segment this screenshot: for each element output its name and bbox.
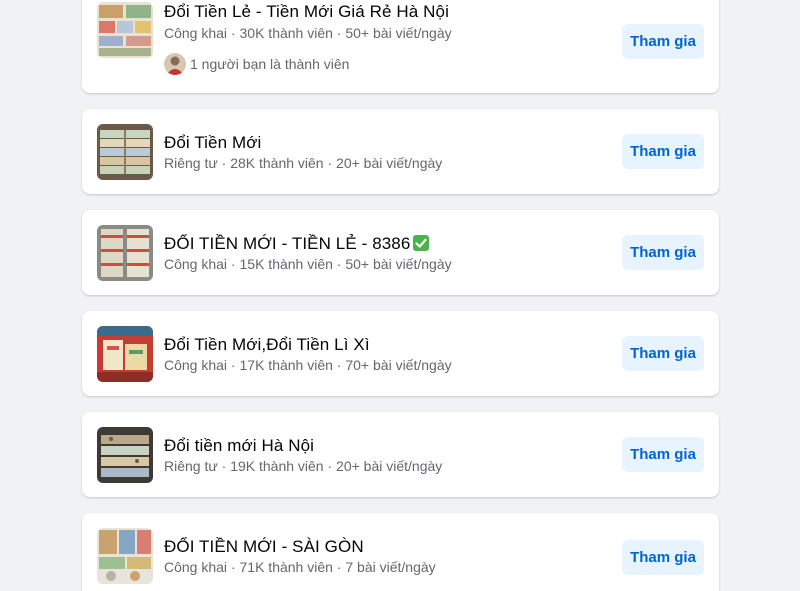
- group-privacy: Riêng tư: [164, 458, 218, 474]
- meta-separator: ·: [323, 155, 337, 171]
- group-title[interactable]: Đổi Tiền Mới: [164, 133, 261, 153]
- join-button[interactable]: Tham gia: [622, 24, 704, 59]
- meta-separator: ·: [217, 155, 231, 171]
- group-card[interactable]: ĐỔI TIỀN MỚI - SÀI GÒN Công khai · 71K t…: [82, 513, 719, 591]
- meta-separator: ·: [332, 256, 346, 272]
- meta-separator: ·: [332, 357, 346, 373]
- group-privacy: Riêng tư: [164, 155, 218, 171]
- group-privacy: Công khai: [164, 256, 228, 272]
- group-thumbnail[interactable]: [97, 427, 153, 483]
- group-card[interactable]: Đổi Tiền Mới Riêng tư · 28K thành viên ·…: [82, 109, 719, 194]
- group-card[interactable]: Đổi Tiền Lẻ - Tiền Mới Giá Rẻ Hà Nội Côn…: [82, 0, 719, 93]
- group-thumbnail[interactable]: [97, 2, 153, 58]
- group-title-text[interactable]: ĐỔI TIỀN MỚI - TIỀN LẺ - 8386: [164, 234, 410, 253]
- group-card[interactable]: Đổi tiền mới Hà Nội Riêng tư · 19K thành…: [82, 412, 719, 497]
- group-card[interactable]: Đổi Tiền Mới,Đổi Tiền Lì Xì Công khai · …: [82, 311, 719, 396]
- group-meta: Riêng tư · 19K thành viên · 20+ bài viết…: [164, 458, 442, 474]
- group-thumbnail[interactable]: [97, 326, 153, 382]
- meta-separator: ·: [227, 25, 240, 41]
- join-button[interactable]: Tham gia: [622, 134, 704, 169]
- group-posts: 70+ bài viết/ngày: [345, 357, 452, 373]
- group-meta: Công khai · 17K thành viên · 70+ bài viế…: [164, 357, 452, 373]
- group-thumbnail[interactable]: [97, 124, 153, 180]
- join-button[interactable]: Tham gia: [622, 540, 704, 575]
- meta-separator: ·: [227, 559, 240, 575]
- group-members: 17K thành viên: [239, 357, 333, 373]
- group-posts: 50+ bài viết/ngày: [345, 25, 452, 41]
- meta-separator: ·: [217, 458, 231, 474]
- group-thumbnail[interactable]: [97, 225, 153, 281]
- group-search-results: Đổi Tiền Lẻ - Tiền Mới Giá Rẻ Hà Nội Côn…: [0, 0, 800, 591]
- join-button[interactable]: Tham gia: [622, 336, 704, 371]
- group-members: 19K thành viên: [230, 458, 324, 474]
- group-members: 71K thành viên: [239, 559, 333, 575]
- join-button[interactable]: Tham gia: [622, 235, 704, 270]
- meta-separator: ·: [323, 458, 337, 474]
- group-meta: Công khai · 15K thành viên · 50+ bài viế…: [164, 256, 452, 272]
- friends-row: 1 người bạn là thành viên: [164, 52, 349, 76]
- group-members: 30K thành viên: [239, 25, 333, 41]
- join-button[interactable]: Tham gia: [622, 437, 704, 472]
- group-privacy: Công khai: [164, 357, 228, 373]
- group-meta: Công khai · 30K thành viên · 50+ bài viế…: [164, 25, 452, 41]
- group-meta: Công khai · 71K thành viên · 7 bài viết/…: [164, 559, 436, 575]
- friends-text: 1 người bạn là thành viên: [190, 56, 350, 72]
- group-title[interactable]: ĐỔI TIỀN MỚI - TIỀN LẺ - 8386: [164, 234, 430, 254]
- meta-separator: ·: [227, 256, 240, 272]
- group-title[interactable]: Đổi tiền mới Hà Nội: [164, 436, 314, 456]
- group-title[interactable]: ĐỔI TIỀN MỚI - SÀI GÒN: [164, 537, 364, 557]
- group-title[interactable]: Đổi Tiền Mới,Đổi Tiền Lì Xì: [164, 335, 370, 355]
- group-members: 28K thành viên: [230, 155, 324, 171]
- meta-separator: ·: [227, 357, 240, 373]
- group-privacy: Công khai: [164, 25, 228, 41]
- group-posts: 20+ bài viết/ngày: [336, 155, 443, 171]
- group-card[interactable]: ĐỔI TIỀN MỚI - TIỀN LẺ - 8386 Công khai …: [82, 210, 719, 295]
- meta-separator: ·: [332, 559, 346, 575]
- group-members: 15K thành viên: [239, 256, 333, 272]
- group-posts: 50+ bài viết/ngày: [345, 256, 452, 272]
- check-mark-emoji-icon: [413, 235, 430, 251]
- group-posts: 7 bài viết/ngày: [345, 559, 436, 575]
- group-thumbnail[interactable]: [97, 528, 153, 584]
- group-privacy: Công khai: [164, 559, 228, 575]
- group-meta: Riêng tư · 28K thành viên · 20+ bài viết…: [164, 155, 442, 171]
- friend-avatar[interactable]: [164, 53, 186, 75]
- meta-separator: ·: [332, 25, 346, 41]
- group-posts: 20+ bài viết/ngày: [336, 458, 443, 474]
- group-title[interactable]: Đổi Tiền Lẻ - Tiền Mới Giá Rẻ Hà Nội: [164, 2, 449, 22]
